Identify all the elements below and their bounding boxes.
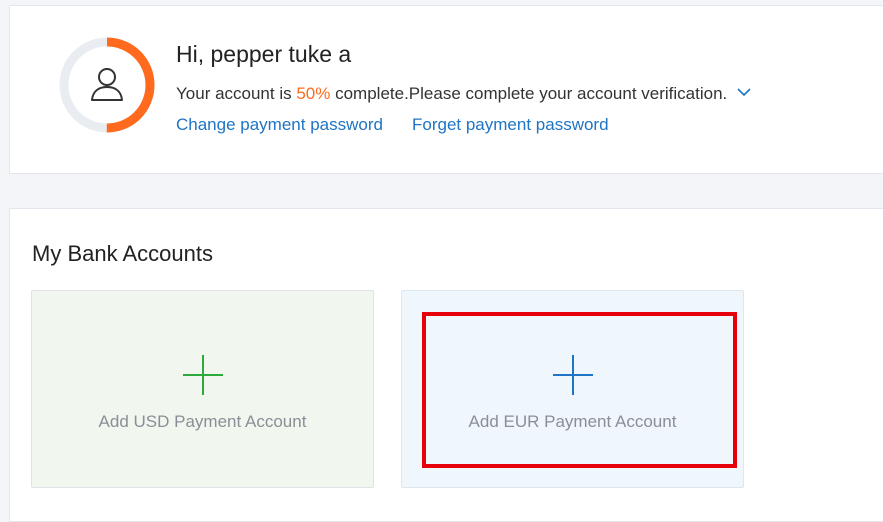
add-usd-account-tile[interactable]: Add USD Payment Account — [31, 290, 374, 488]
greeting-title: Hi, pepper tuke a — [176, 41, 352, 67]
completion-percent: 50% — [296, 84, 331, 103]
chevron-down-icon[interactable] — [737, 85, 751, 99]
plus-icon — [553, 355, 593, 395]
forget-payment-password-link[interactable]: Forget payment password — [412, 115, 609, 135]
account-status-text: Your account is 50% complete.Please comp… — [176, 84, 751, 104]
bank-accounts-card: My Bank Accounts Add USD Payment Account… — [9, 208, 883, 522]
plus-icon — [183, 355, 223, 395]
bank-accounts-title: My Bank Accounts — [32, 241, 213, 266]
add-usd-account-label: Add USD Payment Account — [98, 412, 307, 431]
change-payment-password-link[interactable]: Change payment password — [176, 115, 383, 135]
add-eur-account-label: Add EUR Payment Account — [468, 412, 677, 431]
status-suffix: complete.Please complete your account ve… — [330, 84, 728, 103]
user-icon — [91, 68, 123, 101]
status-prefix: Your account is — [176, 84, 297, 103]
add-eur-account-tile[interactable]: Add EUR Payment Account — [401, 290, 744, 488]
